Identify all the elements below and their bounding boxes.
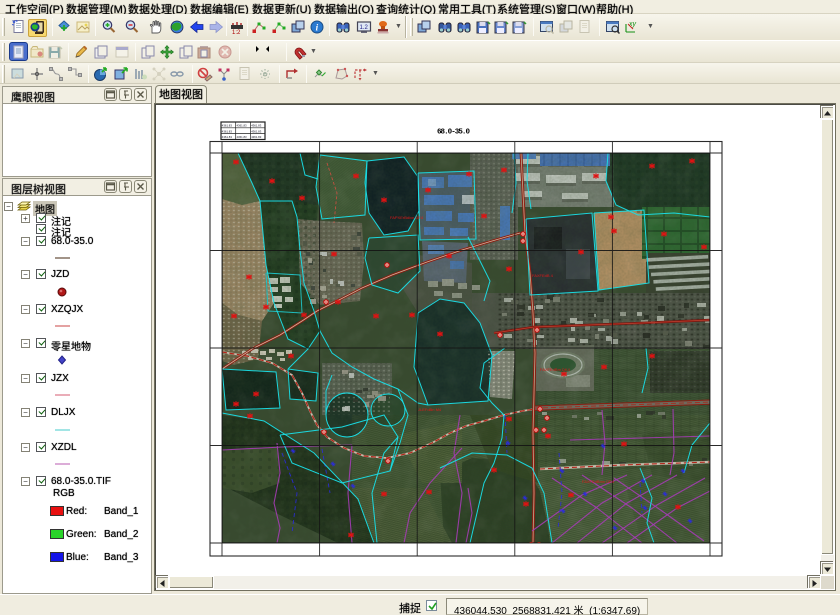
svg-text:4361.83: 4361.83 <box>222 124 233 128</box>
svg-text:1:2: 1:2 <box>232 30 241 35</box>
svg-text:4361.83: 4361.83 <box>237 135 248 139</box>
svg-text:FAPXErBdixn DE4: FAPXErBdixn DE4 <box>390 215 424 220</box>
svg-text:FAXFEdB 4: FAXFEdB 4 <box>532 273 554 278</box>
svg-text:FAXFEdBmn DE4: FAXFEdBmn DE4 <box>582 479 615 484</box>
svg-text:4361.83: 4361.83 <box>222 129 233 133</box>
svg-text:68.0-35.0: 68.0-35.0 <box>437 129 470 137</box>
svg-text:4361.83: 4361.83 <box>222 135 233 139</box>
svg-text:xy: xy <box>628 21 637 28</box>
svg-text:JLEFdBn M4: JLEFdBn M4 <box>418 407 442 412</box>
svg-text:FAXFEdBm DK4: FAXFEdBm DK4 <box>540 367 571 372</box>
svg-text:4361.83: 4361.83 <box>237 124 248 128</box>
svg-text:4361.83: 4361.83 <box>251 129 262 133</box>
svg-text:4361.83: 4361.83 <box>251 135 262 139</box>
svg-text:1.2: 1.2 <box>360 25 369 31</box>
svg-text:4361.83: 4361.83 <box>251 124 262 128</box>
